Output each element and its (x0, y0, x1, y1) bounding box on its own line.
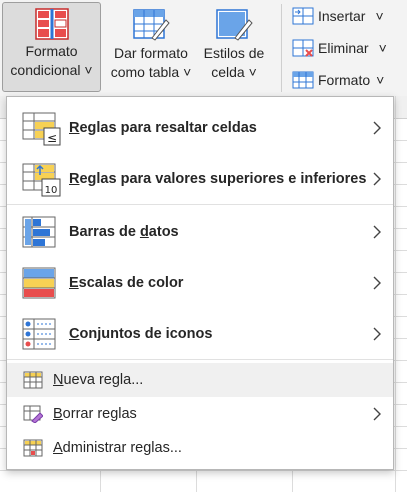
top-bottom-rules-icon: 10 (22, 163, 61, 197)
chevron-right-icon (373, 327, 381, 341)
svg-text:10: 10 (45, 185, 58, 196)
label-text: atos (148, 224, 179, 240)
clear-rules-icon (23, 405, 43, 423)
conditional-format-label-1: Formato (25, 43, 78, 59)
insert-label: Insertar (318, 8, 366, 24)
menu-separator (7, 204, 393, 205)
insert-cells-icon (292, 7, 314, 25)
menu-item-label: Borrar reglas (53, 406, 137, 422)
menu-item-label: Nueva regla... (53, 372, 143, 388)
access-key: E (69, 275, 79, 291)
highlight-rules-icon: ≤ (22, 112, 61, 146)
data-bars-icon (22, 216, 56, 248)
grid-line (0, 470, 407, 471)
menu-item-label: Barras de datos (69, 224, 179, 240)
menu-item-label: Conjuntos de iconos (69, 326, 212, 342)
ribbon-separator (281, 4, 282, 92)
label-text: ueva regla... (63, 372, 144, 388)
menu-item-highlight-cell-rules[interactable]: ≤ Reglas para resaltar celdas (7, 103, 393, 153)
menu-item-label: Reglas para valores superiores e inferio… (69, 171, 366, 187)
menu-item-label: Administrar reglas... (53, 440, 182, 456)
label-text: orrar reglas (62, 406, 137, 422)
chevron-down-icon: ˅ (378, 40, 387, 56)
svg-text:≤: ≤ (47, 131, 57, 145)
access-key: R (69, 120, 80, 136)
access-key: R (69, 171, 80, 187)
conditional-format-icon (34, 8, 69, 40)
menu-item-data-bars[interactable]: Barras de datos (7, 207, 393, 257)
format-button[interactable]: Formato ˅ (292, 67, 384, 93)
menu-item-new-rule[interactable]: Nueva regla... (7, 363, 393, 397)
format-as-table-label-2: como tabla (110, 64, 180, 80)
label-text: Barras de (69, 224, 140, 240)
conditional-format-button[interactable]: Formato condicional ˅ (2, 2, 101, 92)
menu-item-manage-rules[interactable]: Administrar reglas... (7, 431, 393, 465)
chevron-right-icon (373, 225, 381, 239)
label-text: eglas para resaltar celdas (79, 120, 257, 136)
format-label: Formato (318, 72, 371, 88)
access-key: N (53, 372, 64, 388)
label-text: eglas para valores superiores e inferior… (79, 171, 367, 187)
cell-styles-button[interactable]: Estilos de celda ˅ (198, 2, 270, 90)
chevron-down-icon: ˅ (376, 72, 385, 88)
label-text: onjuntos de iconos (79, 326, 213, 342)
access-key: A (53, 440, 63, 456)
chevron-right-icon (373, 172, 381, 186)
menu-item-label: Reglas para resaltar celdas (69, 120, 257, 136)
cell-styles-label-2: celda (211, 64, 245, 80)
menu-item-label: Escalas de color (69, 275, 183, 291)
menu-item-color-scales[interactable]: Escalas de color (7, 258, 393, 308)
conditional-format-label-2: condicional (10, 62, 81, 78)
label-text: scalas de color (78, 275, 184, 291)
format-cells-icon (292, 71, 314, 89)
menu-item-top-bottom-rules[interactable]: 10 Reglas para valores superiores e infe… (7, 154, 393, 204)
menu-item-clear-rules[interactable]: Borrar reglas (7, 397, 393, 431)
chevron-right-icon (373, 121, 381, 135)
icon-sets-icon (22, 318, 56, 350)
delete-cells-icon (292, 39, 314, 57)
chevron-right-icon (373, 276, 381, 290)
cell-styles-icon (216, 9, 253, 41)
chevron-down-icon: ˅ (84, 62, 93, 78)
chevron-right-icon (373, 407, 381, 421)
menu-item-icon-sets[interactable]: Conjuntos de iconos (7, 309, 393, 359)
access-key: B (53, 406, 63, 422)
format-as-table-icon (133, 9, 170, 41)
menu-separator (7, 359, 393, 360)
delete-button[interactable]: Eliminar ˅ (292, 35, 387, 61)
color-scales-icon (22, 267, 56, 299)
insert-button[interactable]: Insertar ˅ (292, 3, 384, 29)
conditional-format-menu: ≤ Reglas para resaltar celdas 10 Reglas … (6, 96, 394, 470)
grid-line (395, 96, 396, 492)
access-key: C (69, 326, 80, 342)
chevron-down-icon: ˅ (248, 64, 257, 80)
new-rule-icon (23, 371, 43, 389)
format-as-table-button[interactable]: Dar formato como tabla ˅ (105, 2, 197, 90)
ribbon: Formato condicional ˅ Dar formato como t… (0, 0, 407, 96)
format-as-table-label-1: Dar formato (114, 45, 188, 61)
label-text: dministrar reglas... (62, 440, 182, 456)
chevron-down-icon: ˅ (375, 8, 384, 24)
delete-label: Eliminar (318, 40, 369, 56)
manage-rules-icon (23, 439, 43, 457)
cell-styles-label-1: Estilos de (203, 45, 265, 61)
access-key: d (139, 224, 149, 240)
chevron-down-icon: ˅ (183, 64, 192, 80)
